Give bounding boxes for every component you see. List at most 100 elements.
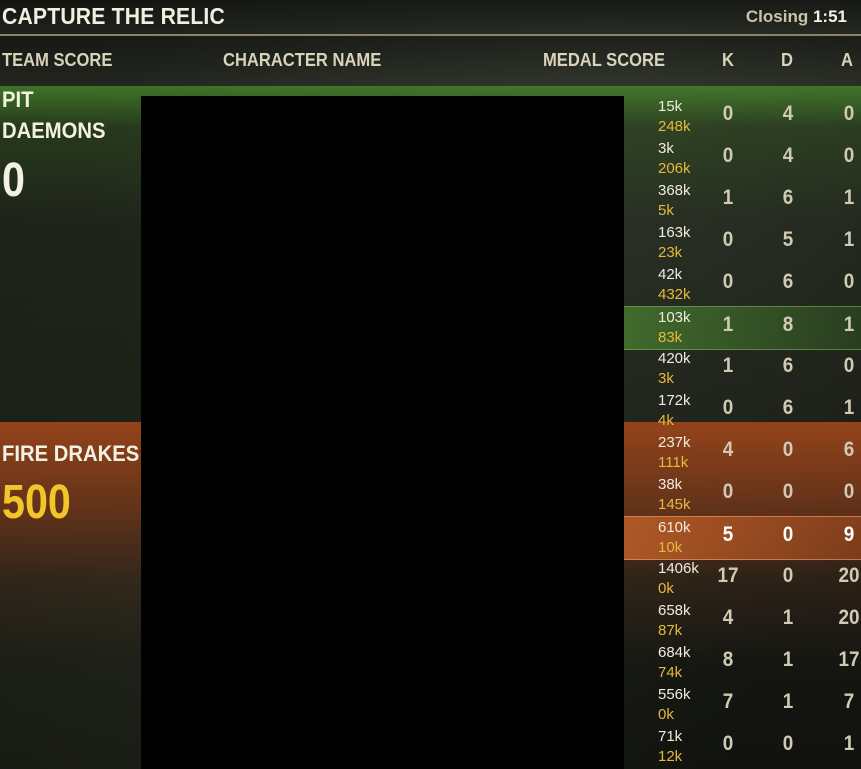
assists-value: 20 [838,564,860,587]
assists-value: 0 [843,480,855,503]
medal-sub-score: 145k [658,496,691,513]
kills-value: 5 [722,523,734,546]
assists-value: 6 [843,438,855,461]
kills-value: 0 [722,228,734,251]
header-character-name: CHARACTER NAME [223,50,382,70]
deaths-value: 0 [782,732,794,755]
medal-sub-score: 10k [658,539,683,556]
medal-score: 1406k [658,560,699,577]
medal-score: 15k [658,98,683,115]
player-row[interactable]: 658k 87k 4 1 20 [624,600,861,642]
player-row[interactable]: 1406k 0k 17 0 20 [624,558,861,600]
deaths-value: 0 [782,480,794,503]
medal-score: 163k [658,224,691,241]
medal-sub-score: 23k [658,244,683,261]
kills-value: 0 [722,732,734,755]
deaths-value: 4 [782,102,794,125]
medal-score: 172k [658,392,691,409]
title-bar: CAPTURE THE RELIC Closing 1:51 [0,0,861,36]
team-name-pit-daemons-line2: DAEMONS [2,118,106,143]
medal-sub-score: 4k [658,412,674,429]
player-row[interactable]: 103k 83k 1 8 1 [624,306,861,350]
assists-value: 20 [838,606,860,629]
player-row[interactable]: 15k 248k 0 4 0 [624,96,861,138]
deaths-value: 4 [782,144,794,167]
medal-sub-score: 87k [658,622,683,639]
medal-sub-score: 432k [658,286,691,303]
kills-value: 4 [722,438,734,461]
deaths-value: 6 [782,186,794,209]
player-row[interactable]: 71k 12k 0 0 1 [624,726,861,768]
kills-value: 17 [717,564,739,587]
deaths-value: 5 [782,228,794,251]
medal-score: 38k [658,476,683,493]
kills-value: 0 [722,396,734,419]
assists-value: 0 [843,354,855,377]
kills-value: 7 [722,690,734,713]
kills-value: 1 [722,354,734,377]
medal-score: 71k [658,728,683,745]
kills-value: 0 [722,270,734,293]
medal-sub-score: 111k [658,454,689,471]
match-title: CAPTURE THE RELIC [2,3,225,29]
deaths-value: 1 [782,690,794,713]
deaths-value: 6 [782,354,794,377]
player-row[interactable]: 684k 74k 8 1 17 [624,642,861,684]
deaths-value: 8 [782,313,794,336]
closing-timer: Closing 1:51 [746,7,847,27]
assists-value: 1 [843,732,855,755]
player-row[interactable]: 368k 5k 1 6 1 [624,180,861,222]
medal-sub-score: 5k [658,202,674,219]
player-row[interactable]: 3k 206k 0 4 0 [624,138,861,180]
assists-value: 1 [843,228,855,251]
deaths-value: 6 [782,396,794,419]
player-row[interactable]: 420k 3k 1 6 0 [624,348,861,390]
header-medal-score: MEDAL SCORE [543,50,666,70]
player-row[interactable]: 610k 10k 5 0 9 [624,516,861,560]
medal-score: 556k [658,686,691,703]
medal-sub-score: 12k [658,748,683,765]
medal-sub-score: 206k [658,160,691,177]
column-headers: TEAM SCORE CHARACTER NAME MEDAL SCORE K … [0,36,861,86]
team-name-pit-daemons-line1: PIT [2,87,34,112]
player-row[interactable]: 38k 145k 0 0 0 [624,474,861,516]
assists-value: 7 [843,690,855,713]
medal-score: 610k [658,519,691,536]
team-score-fire-drakes: 500 [2,476,71,529]
player-row[interactable]: 163k 23k 0 5 1 [624,222,861,264]
medal-sub-score: 248k [658,118,691,135]
assists-value: 0 [843,270,855,293]
kills-value: 1 [722,313,734,336]
team-score-pit-daemons: 0 [2,154,25,207]
kills-value: 0 [722,480,734,503]
player-row[interactable]: 556k 0k 7 1 7 [624,684,861,726]
medal-sub-score: 83k [658,329,683,346]
assists-value: 1 [843,186,855,209]
header-team-score: TEAM SCORE [2,50,113,70]
medal-score: 103k [658,309,691,326]
kills-value: 4 [722,606,734,629]
player-row[interactable]: 42k 432k 0 6 0 [624,264,861,306]
deaths-value: 0 [782,523,794,546]
kills-value: 8 [722,648,734,671]
medal-score: 420k [658,350,691,367]
medal-score: 684k [658,644,691,661]
medal-score: 3k [658,140,674,157]
medal-sub-score: 0k [658,706,674,723]
deaths-value: 0 [782,564,794,587]
header-kills: K [722,50,734,70]
kills-value: 0 [722,102,734,125]
player-row[interactable]: 172k 4k 0 6 1 [624,390,861,432]
team-name-fire-drakes: FIRE DRAKES [2,441,140,466]
player-row[interactable]: 237k 111k 4 0 6 [624,432,861,474]
medal-score: 658k [658,602,691,619]
redacted-character-names [141,96,624,769]
medal-score: 237k [658,434,691,451]
assists-value: 9 [843,523,855,546]
deaths-value: 1 [782,648,794,671]
deaths-value: 6 [782,270,794,293]
header-assists: A [841,50,853,70]
medal-score: 42k [658,266,683,283]
closing-time: 1:51 [812,7,847,26]
closing-label: Closing [745,7,809,26]
